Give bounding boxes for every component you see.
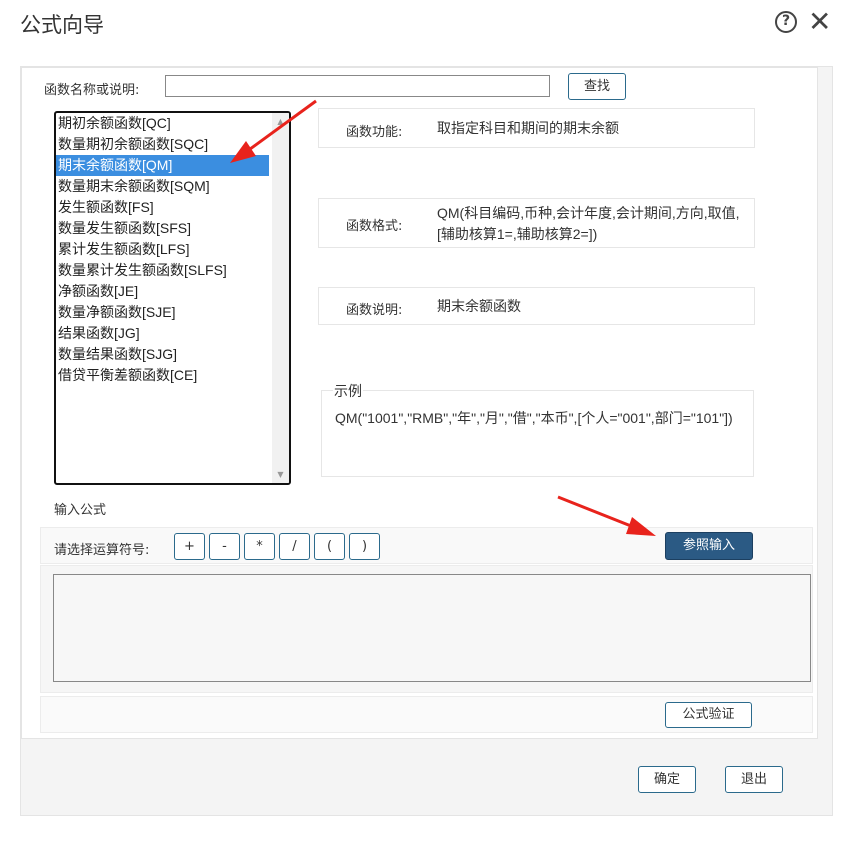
- example-text: QM("1001","RMB","年","月","借","本币",[个人="00…: [335, 410, 733, 426]
- reference-input-button[interactable]: 参照输入: [665, 532, 753, 560]
- close-x-icon[interactable]: ✕: [808, 7, 831, 37]
- ok-button[interactable]: 确定: [638, 766, 696, 793]
- scroll-down-arrow-icon[interactable]: ▼: [272, 466, 289, 483]
- scroll-up-arrow-icon[interactable]: ▲: [272, 113, 289, 130]
- function-list-item[interactable]: 数量净额函数[SJE]: [56, 302, 269, 323]
- operator-right-paren-button[interactable]: ): [349, 533, 380, 560]
- operator-label: 请选择运算符号:: [54, 543, 150, 558]
- operator-minus-button[interactable]: -: [209, 533, 240, 560]
- function-list-item[interactable]: 数量累计发生额函数[SLFS]: [56, 260, 269, 281]
- search-label: 函数名称或说明:: [44, 83, 140, 98]
- function-format-value: QM(科目编码,币种,会计年度,会计期间,方向,取值,[辅助核算1=,辅助核算2…: [437, 205, 740, 242]
- operator-plus-button[interactable]: +: [174, 533, 205, 560]
- operator-left-paren-button[interactable]: (: [314, 533, 345, 560]
- operator-multiply-button[interactable]: *: [244, 533, 275, 560]
- function-list-item[interactable]: 数量结果函数[SJG]: [56, 344, 269, 365]
- function-list-item[interactable]: 净额函数[JE]: [56, 281, 269, 302]
- example-fieldset: [321, 390, 754, 477]
- function-listbox[interactable]: 期初余额函数[QC] 数量期初余额函数[SQC] 期末余额函数[QM] 数量期末余额函…: [54, 111, 291, 485]
- function-purpose-label: 函数功能:: [346, 125, 403, 140]
- formula-section-label: 输入公式: [54, 503, 107, 518]
- dialog-body: 函数名称或说明: 查找 期初余额函数[QC] 数量期初余额函数[SQC] 期末余额函…: [20, 66, 833, 816]
- function-list: 期初余额函数[QC] 数量期初余额函数[SQC] 期末余额函数[QM] 数量期末余额函…: [56, 113, 269, 386]
- function-list-item[interactable]: 结果函数[JG]: [56, 323, 269, 344]
- function-format-box: 函数格式: QM(科目编码,币种,会计年度,会计期间,方向,取值,[辅助核算1=…: [318, 198, 755, 248]
- operator-divide-button[interactable]: /: [279, 533, 310, 560]
- dialog-title: 公式向导: [20, 13, 104, 37]
- wizard-panel: 函数名称或说明: 查找 期初余额函数[QC] 数量期初余额函数[SQC] 期末余额函…: [21, 67, 818, 739]
- function-list-item[interactable]: 期初余额函数[QC]: [56, 113, 269, 134]
- dialog-titlebar: 公式向导 ? ✕: [0, 0, 849, 48]
- function-description-label: 函数说明:: [346, 303, 403, 318]
- function-list-item[interactable]: 数量发生额函数[SFS]: [56, 218, 269, 239]
- function-list-item[interactable]: 数量期末余额函数[SQM]: [56, 176, 269, 197]
- example-legend: 示例: [333, 381, 363, 401]
- function-list-item[interactable]: 期末余额函数[QM]: [56, 155, 269, 176]
- function-list-item[interactable]: 数量期初余额函数[SQC]: [56, 134, 269, 155]
- question-circle-icon[interactable]: ?: [775, 11, 797, 33]
- formula-textarea[interactable]: [53, 574, 811, 682]
- list-scrollbar[interactable]: ▲ ▼: [272, 113, 289, 483]
- function-purpose-box: 函数功能: 取指定科目和期间的期末余额: [318, 108, 755, 148]
- function-format-label: 函数格式:: [346, 219, 403, 234]
- exit-button[interactable]: 退出: [725, 766, 783, 793]
- function-description-value: 期末余额函数: [437, 298, 521, 314]
- search-input[interactable]: [165, 75, 550, 97]
- formula-verify-button[interactable]: 公式验证: [665, 702, 752, 728]
- function-purpose-value: 取指定科目和期间的期末余额: [437, 120, 619, 136]
- function-description-box: 函数说明: 期末余额函数: [318, 287, 755, 325]
- function-list-item[interactable]: 借贷平衡差额函数[CE]: [56, 365, 269, 386]
- function-list-item[interactable]: 累计发生额函数[LFS]: [56, 239, 269, 260]
- search-button[interactable]: 查找: [568, 73, 626, 100]
- function-list-item[interactable]: 发生额函数[FS]: [56, 197, 269, 218]
